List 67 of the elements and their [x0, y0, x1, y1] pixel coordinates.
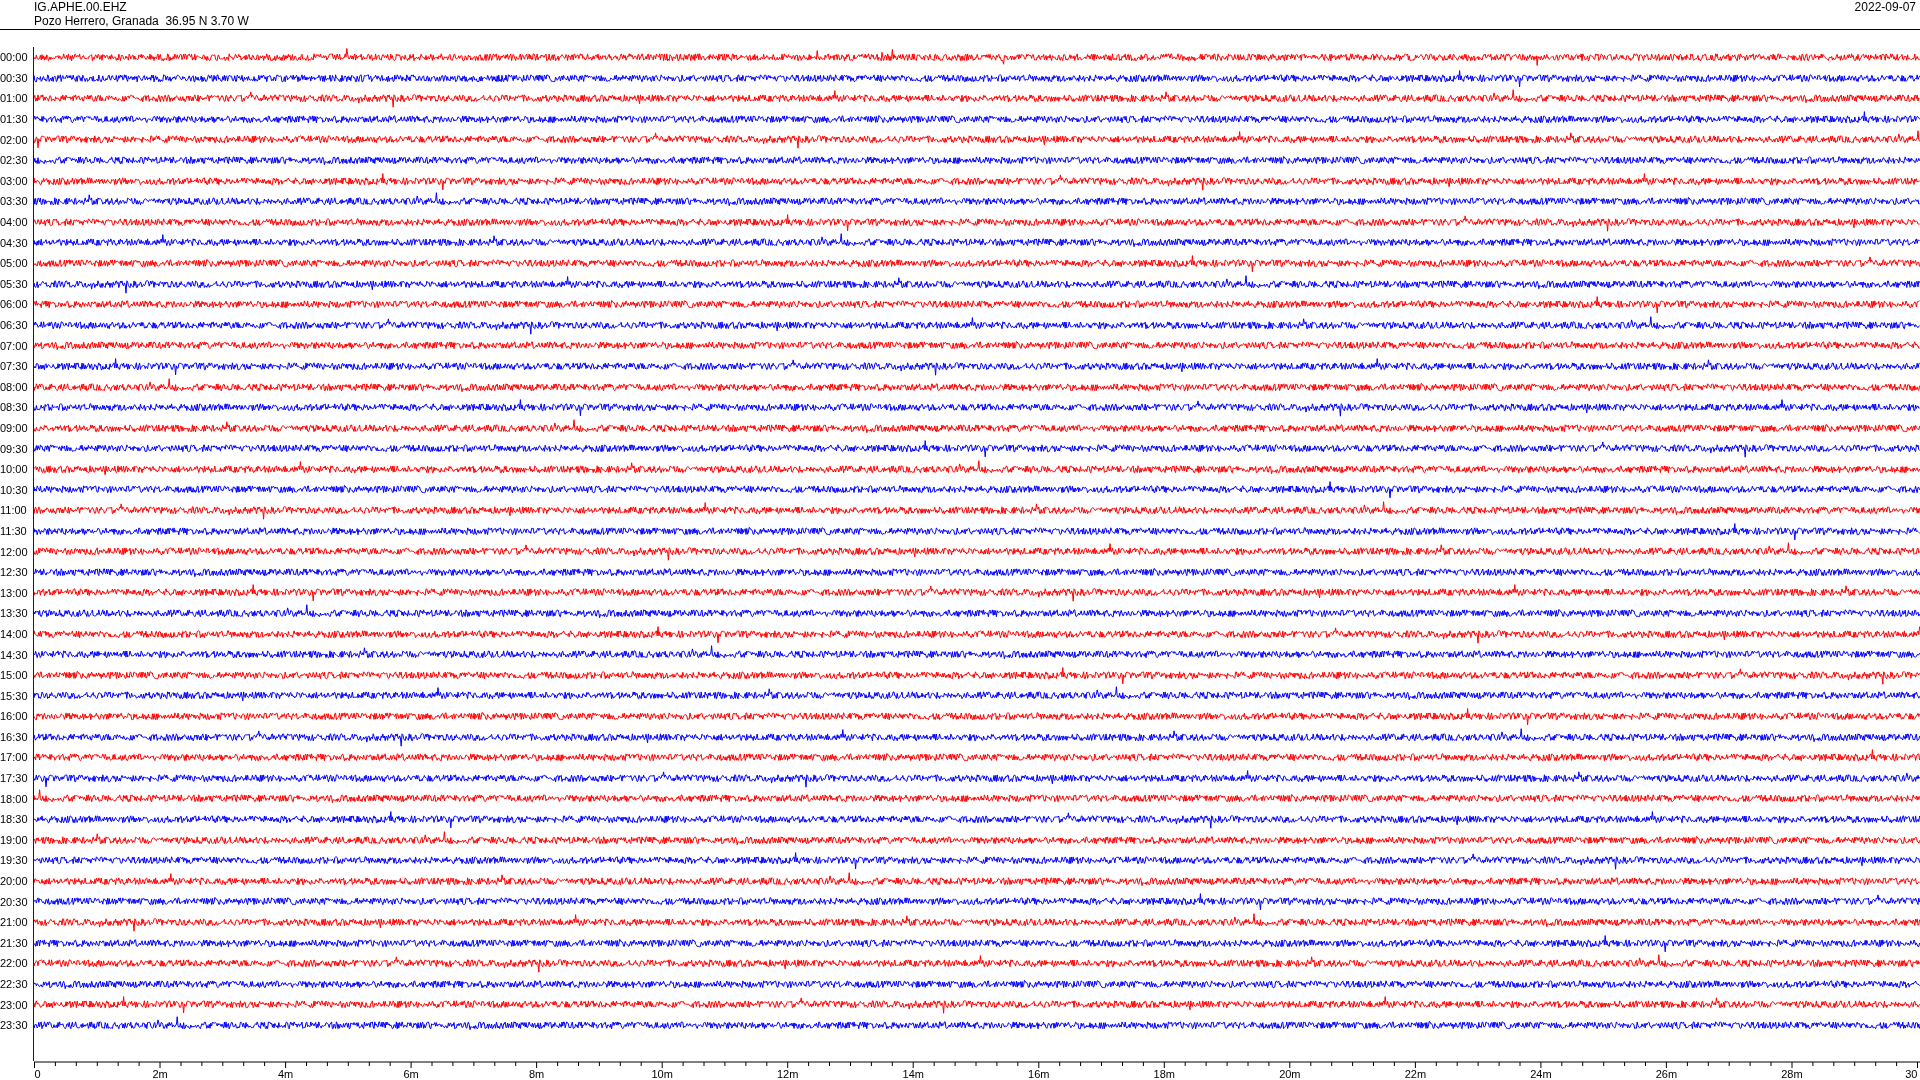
time-label: 06:00 — [0, 298, 29, 311]
tick-label: 14m — [902, 1067, 924, 1080]
time-label: 22:00 — [0, 957, 29, 970]
time-label: 06:30 — [0, 319, 29, 331]
time-label: 15:30 — [0, 689, 29, 702]
time-label: 00:00 — [0, 51, 29, 64]
time-label: 14:30 — [0, 648, 29, 661]
time-label: 15:00 — [0, 669, 29, 682]
time-label: 09:00 — [0, 422, 29, 434]
time-label: 05:00 — [0, 257, 29, 270]
time-label: 10:30 — [0, 483, 29, 496]
time-label: 22:30 — [0, 978, 29, 990]
time-label: 16:30 — [0, 730, 29, 743]
time-label: 11:30 — [0, 524, 28, 537]
tick-label: 28m — [1781, 1067, 1803, 1080]
time-label: 01:30 — [0, 113, 29, 126]
tick-label: 10m — [651, 1067, 673, 1080]
time-label: 20:00 — [0, 875, 29, 888]
time-label: 17:00 — [0, 751, 29, 764]
tick-label: 22m — [1404, 1067, 1427, 1080]
time-label: 21:30 — [0, 936, 29, 949]
time-label: 03:30 — [0, 195, 29, 208]
time-label: 19:30 — [0, 854, 29, 867]
time-label: 05:30 — [0, 277, 29, 290]
time-label: 08:00 — [0, 380, 29, 393]
tick-label: 4m — [277, 1067, 294, 1080]
time-label: 23:00 — [0, 998, 29, 1011]
time-label: 14:00 — [0, 627, 29, 640]
time-label: 16:00 — [0, 710, 29, 723]
time-label: 13:00 — [0, 586, 29, 599]
tick-label: 16m — [1028, 1067, 1050, 1080]
tick-label: 8m — [529, 1067, 545, 1080]
time-label: 18:00 — [0, 792, 29, 805]
station-location: Pozo Herrero, Granada 36.95 N 3.70 W — [34, 14, 249, 28]
time-label: 01:00 — [0, 92, 29, 105]
time-label: 04:00 — [0, 216, 29, 229]
time-label: 13:30 — [0, 607, 29, 620]
tick-label: 24m — [1530, 1067, 1552, 1080]
time-label: 07:00 — [0, 339, 29, 352]
station-code: IG.APHE.00.EHZ — [34, 0, 128, 14]
plot-date: 2022-09-07 — [1854, 0, 1916, 16]
tick-label: 26m — [1655, 1067, 1678, 1080]
time-label: 08:30 — [0, 401, 29, 414]
tick-label: 0 — [34, 1067, 41, 1080]
time-label: 12:30 — [0, 566, 29, 579]
time-label: 02:30 — [0, 154, 29, 167]
time-label: 00:30 — [0, 71, 29, 84]
time-label: 10:00 — [0, 463, 29, 476]
tick-label: 12m — [777, 1067, 799, 1080]
time-label: 09:30 — [0, 442, 29, 455]
time-label: 11:00 — [0, 504, 28, 517]
time-label: 02:00 — [0, 133, 29, 146]
tick-label: 18m — [1153, 1067, 1175, 1080]
time-label: 03:00 — [0, 174, 29, 187]
tick-label: 20m — [1279, 1067, 1301, 1080]
time-label: 20:30 — [0, 895, 29, 908]
time-label: 18:30 — [0, 813, 29, 826]
time-label: 23:30 — [0, 1019, 29, 1032]
time-label: 19:00 — [0, 833, 29, 846]
time-label: 12:00 — [0, 545, 29, 558]
time-label: 17:30 — [0, 772, 29, 785]
tick-label: 30 — [1905, 1067, 1918, 1080]
time-label: 04:30 — [0, 236, 29, 249]
time-label: 07:30 — [0, 360, 29, 373]
tick-label: 6m — [403, 1067, 419, 1080]
time-label: 21:00 — [0, 916, 29, 929]
tick-label: 2m — [152, 1067, 168, 1080]
